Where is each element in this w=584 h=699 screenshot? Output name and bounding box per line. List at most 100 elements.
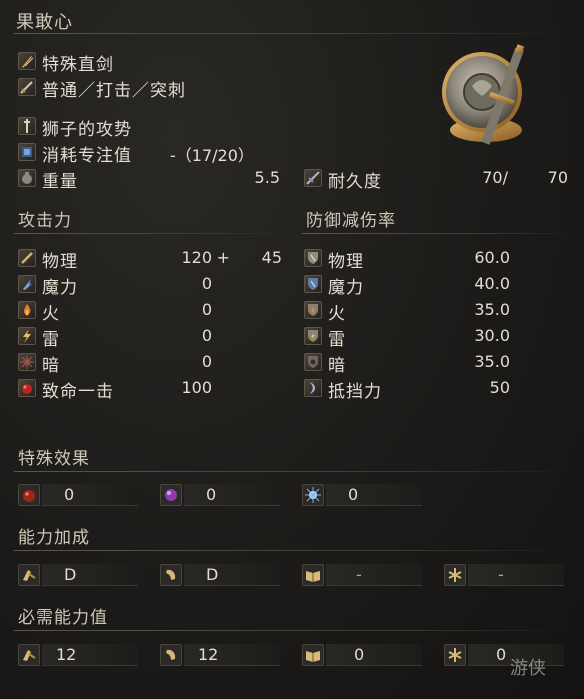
- divider: [14, 550, 574, 551]
- attack-label-critical: 致命一击: [42, 382, 114, 402]
- effect-value-box: 0: [326, 484, 422, 506]
- sword-icon: [18, 249, 36, 267]
- attack-value-lightning: 0: [201, 326, 212, 345]
- attack-label-fire: 火: [42, 304, 60, 324]
- divider: [14, 471, 574, 472]
- weapon-image: [438, 38, 538, 150]
- bleed-icon: [18, 484, 40, 506]
- lightning-icon: [18, 327, 36, 345]
- watermark: 游侠: [510, 658, 546, 679]
- defense-label-fire: 火: [328, 304, 346, 324]
- intelligence-scaling: -: [356, 565, 362, 584]
- faith-scaling: -: [498, 565, 504, 584]
- durability-current: 70/: [482, 168, 508, 187]
- critical-icon: [18, 379, 36, 397]
- defense-value-lightning: 30.0: [474, 326, 510, 345]
- defense-label-lightning: 雷: [328, 330, 346, 350]
- poison-icon: [160, 484, 182, 506]
- divider: [14, 33, 574, 34]
- dexterity-requirement: 12: [198, 645, 219, 664]
- fp-cost-icon: [18, 143, 36, 161]
- defense-label-magic: 魔力: [328, 278, 364, 298]
- requirements-header: 必需能力值: [18, 608, 108, 628]
- scaling-value-box: -: [326, 564, 422, 586]
- frost-icon: [302, 484, 324, 506]
- shield-lightning-icon: [304, 327, 322, 345]
- shield-dark-icon: [304, 353, 322, 371]
- scaling-value-box: D: [184, 564, 280, 586]
- shield-magic-icon: [304, 275, 322, 293]
- defense-value-magic: 40.0: [474, 274, 510, 293]
- intelligence-icon: [302, 644, 324, 666]
- defense-value-physical: 60.0: [474, 248, 510, 267]
- effects-header: 特殊效果: [18, 449, 90, 469]
- strength-icon: [18, 644, 40, 666]
- attack-label-dark: 暗: [42, 356, 60, 376]
- item-detail-panel: 果敢心 特殊直剑 普通／打击／突刺 狮子的攻势 消耗专注值 -（17/20） 重…: [0, 0, 584, 699]
- poison-value: 0: [206, 485, 217, 504]
- defense-label-physical: 物理: [328, 252, 364, 272]
- intelligence-requirement: 0: [354, 645, 365, 664]
- requirement-value-box: 12: [184, 644, 280, 666]
- durability-label: 耐久度: [328, 172, 382, 192]
- requirement-value-box: 0: [326, 644, 422, 666]
- strength-scaling: D: [64, 565, 77, 584]
- defense-header: 防御减伤率: [306, 211, 396, 231]
- attack-label-magic: 魔力: [42, 278, 78, 298]
- faith-icon: [444, 564, 466, 586]
- divider: [14, 630, 574, 631]
- divider: [302, 233, 574, 234]
- durability-icon: [304, 169, 322, 187]
- attack-bonus-sign: +: [216, 248, 230, 267]
- defense-label-dark: 暗: [328, 356, 346, 376]
- skill-name: 狮子的攻势: [42, 120, 132, 140]
- fp-cost-value: -（17/20）: [170, 146, 254, 165]
- weight-icon: [18, 169, 36, 187]
- defense-value-fire: 35.0: [474, 300, 510, 319]
- attack-type: 普通／打击／突刺: [42, 81, 186, 101]
- fp-cost-label: 消耗专注值: [42, 146, 132, 166]
- dexterity-icon: [160, 564, 182, 586]
- weapon-type: 特殊直剑: [42, 55, 114, 75]
- attack-bonus-value: 45: [261, 248, 282, 267]
- durability-max: 70: [547, 168, 568, 187]
- frost-value: 0: [348, 485, 359, 504]
- attack-value-magic: 0: [201, 274, 212, 293]
- attack-label-lightning: 雷: [42, 330, 60, 350]
- effect-value-box: 0: [42, 484, 138, 506]
- scaling-value-box: -: [468, 564, 564, 586]
- attack-value-critical: 100: [181, 378, 212, 397]
- weight-label: 重量: [42, 172, 78, 192]
- bleed-value: 0: [64, 485, 75, 504]
- attack-type-icon: [18, 78, 36, 96]
- intelligence-icon: [302, 564, 324, 586]
- dexterity-icon: [160, 644, 182, 666]
- defense-value-stability: 50: [489, 378, 510, 397]
- attack-value-physical: 120: [181, 248, 212, 267]
- weapon-name: 果敢心: [16, 12, 73, 33]
- faith-icon: [444, 644, 466, 666]
- dexterity-scaling: D: [206, 565, 219, 584]
- defense-value-dark: 35.0: [474, 352, 510, 371]
- weight-value: 5.5: [254, 168, 280, 187]
- skill-icon: [18, 117, 36, 135]
- requirement-value-box: 12: [42, 644, 138, 666]
- magic-icon: [18, 275, 36, 293]
- attack-header: 攻击力: [18, 211, 72, 231]
- shield-fire-icon: [304, 301, 322, 319]
- strength-icon: [18, 564, 40, 586]
- defense-label-stability: 抵挡力: [328, 382, 382, 402]
- attack-value-fire: 0: [201, 300, 212, 319]
- scaling-value-box: D: [42, 564, 138, 586]
- attack-label-physical: 物理: [42, 252, 78, 272]
- dark-icon: [18, 353, 36, 371]
- divider: [14, 233, 290, 234]
- strength-requirement: 12: [56, 645, 77, 664]
- attack-value-dark: 0: [201, 352, 212, 371]
- shield-physical-icon: [304, 249, 322, 267]
- effect-value-box: 0: [184, 484, 280, 506]
- faith-requirement: 0: [496, 645, 507, 664]
- scaling-header: 能力加成: [18, 528, 90, 548]
- stability-icon: [304, 379, 322, 397]
- weapon-type-icon: [18, 52, 36, 70]
